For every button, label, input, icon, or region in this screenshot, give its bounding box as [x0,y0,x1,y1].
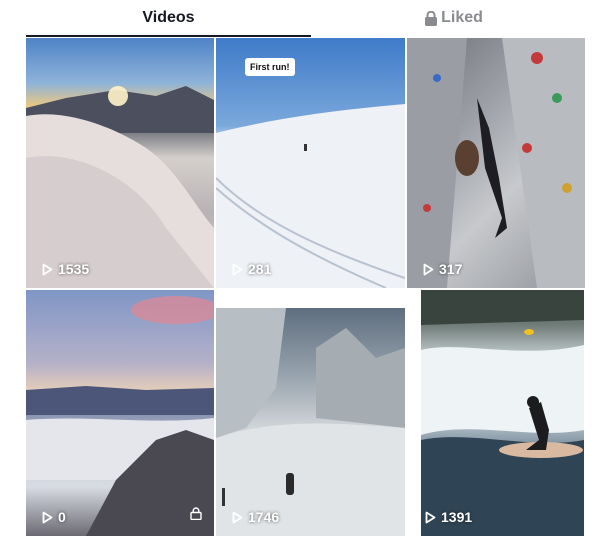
view-count-value: 1391 [441,509,473,525]
lock-icon [190,507,202,521]
private-video-icon [190,507,202,525]
profile-tabs: Videos Liked [26,0,596,36]
view-count: 281 [232,261,271,277]
view-count-value: 317 [439,261,463,277]
view-count-value: 0 [58,509,66,525]
play-icon [423,263,434,275]
play-icon [232,263,243,275]
snowy-sunrise-thumbnail [26,86,214,288]
video-grid: 1535 First run! 281 317 0 1746 1391 [0,38,598,536]
lock-icon [425,10,438,26]
tab-videos[interactable]: Videos [26,0,311,36]
view-count-value: 281 [248,261,272,277]
play-icon [232,511,243,523]
play-icon [42,263,53,275]
view-count-value: 1746 [248,509,280,525]
video-tile[interactable]: First run! 281 [216,38,405,288]
tab-videos-label: Videos [142,9,195,26]
active-tab-indicator [26,35,311,37]
tab-liked[interactable]: Liked [311,0,596,36]
video-tile[interactable]: 0 [26,290,214,536]
video-tile[interactable]: 317 [407,38,585,288]
river-surfing-thumbnail [421,290,584,536]
view-count: 317 [423,261,462,277]
play-icon [425,511,436,523]
view-count: 1746 [232,509,279,525]
snow-slope-thumbnail [216,104,405,288]
video-tile[interactable]: 1746 [216,308,405,536]
video-tile[interactable]: 1391 [421,290,584,536]
view-count: 1391 [425,509,472,525]
play-icon [42,511,53,523]
sea-of-clouds-thumbnail [26,296,214,536]
view-count: 1535 [42,261,89,277]
tab-liked-label: Liked [441,9,483,26]
snowy-forest-thumbnail [216,308,405,536]
climbing-wall-thumbnail [407,38,585,288]
video-caption: First run! [245,58,295,76]
video-tile[interactable]: 1535 [26,38,214,288]
view-count-value: 1535 [58,261,90,277]
view-count: 0 [42,509,66,525]
